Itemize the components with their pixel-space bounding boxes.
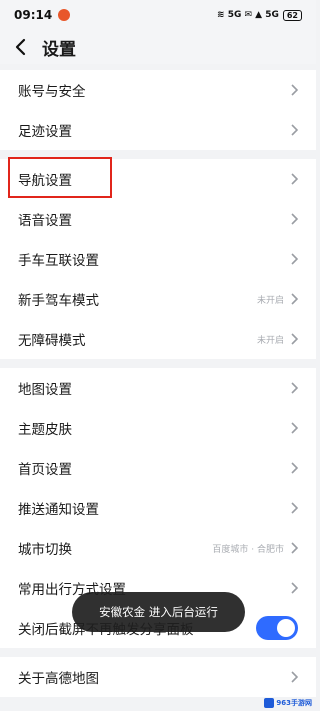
settings-item-label: 首页设置 — [18, 462, 72, 478]
settings-item-footprint[interactable]: 足迹设置 — [0, 110, 316, 150]
settings-item-homepage[interactable]: 首页设置 — [0, 448, 316, 488]
settings-item-value: 百度城市 · 合肥市 — [212, 544, 284, 555]
settings-item-accessibility[interactable]: 无障碍模式 未开启 — [0, 319, 316, 359]
settings-item-label: 推送通知设置 — [18, 502, 99, 518]
settings-item-value: 未开启 — [256, 295, 284, 306]
settings-item-theme[interactable]: 主题皮肤 — [0, 408, 316, 448]
chevron-right-icon — [290, 582, 298, 594]
toggle-knob — [277, 619, 295, 637]
chevron-right-icon — [290, 462, 298, 474]
settings-group-navigation: 导航设置 语音设置 手车互联设置 新手驾车模式 未开启 无障碍模式 未开启 — [0, 159, 316, 359]
settings-item-push-notifications[interactable]: 推送通知设置 — [0, 488, 316, 528]
settings-item-label: 新手驾车模式 — [18, 293, 99, 309]
settings-item-novice-mode[interactable]: 新手驾车模式 未开启 — [0, 279, 316, 319]
status-time: 09:14 — [14, 8, 53, 22]
page-title: 设置 — [42, 39, 76, 60]
chevron-right-icon — [290, 671, 298, 683]
settings-item-car-connect[interactable]: 手车互联设置 — [0, 239, 316, 279]
chevron-right-icon — [290, 124, 298, 136]
settings-item-voice[interactable]: 语音设置 — [0, 199, 316, 239]
settings-group-about: 关于高德地图 — [0, 657, 316, 697]
watermark-logo-icon — [264, 698, 275, 708]
site-watermark: 963手游网 — [264, 698, 312, 708]
battery-icon: 62 — [282, 9, 302, 21]
screenshot-share-toggle[interactable] — [256, 616, 298, 640]
toast-text: 安徽农金 进入后台运行 — [99, 605, 218, 619]
settings-item-label: 足迹设置 — [18, 124, 72, 140]
settings-group-account: 账号与安全 足迹设置 — [0, 70, 316, 150]
settings-item-map[interactable]: 地图设置 — [0, 368, 316, 408]
chevron-right-icon — [290, 422, 298, 434]
chevron-right-icon — [290, 293, 298, 305]
settings-item-label: 主题皮肤 — [18, 422, 72, 438]
chevron-right-icon — [290, 213, 298, 225]
settings-item-label: 导航设置 — [18, 173, 72, 189]
settings-item-label: 手车互联设置 — [18, 253, 99, 269]
toast-message: 安徽农金 进入后台运行 — [72, 592, 245, 632]
settings-item-label: 账号与安全 — [18, 84, 86, 100]
settings-item-label: 城市切换 — [18, 542, 72, 558]
signal-icons: ≋ 5G ✉ ▲ 5G — [217, 10, 279, 20]
watermark-text: 963手游网 — [276, 699, 312, 707]
settings-item-city-switch[interactable]: 城市切换 百度城市 · 合肥市 — [0, 528, 316, 568]
chevron-right-icon — [290, 542, 298, 554]
settings-item-label: 语音设置 — [18, 213, 72, 229]
chevron-right-icon — [290, 253, 298, 265]
status-bar: 09:14 ≋ 5G ✉ ▲ 5G 62 — [0, 0, 316, 30]
settings-item-value: 未开启 — [256, 335, 284, 346]
settings-item-label: 无障碍模式 — [18, 333, 86, 349]
chevron-right-icon — [290, 382, 298, 394]
app-notification-icon — [58, 9, 71, 21]
settings-item-navigation[interactable]: 导航设置 — [0, 159, 316, 199]
settings-item-about[interactable]: 关于高德地图 — [0, 657, 316, 697]
nav-header: 设置 — [0, 30, 316, 64]
chevron-right-icon — [290, 173, 298, 185]
back-arrow-icon[interactable] — [14, 38, 32, 56]
settings-item-account-security[interactable]: 账号与安全 — [0, 70, 316, 110]
settings-item-label: 地图设置 — [18, 382, 72, 398]
chevron-right-icon — [290, 502, 298, 514]
chevron-right-icon — [290, 84, 298, 96]
settings-item-label: 关于高德地图 — [18, 671, 99, 687]
chevron-right-icon — [290, 333, 298, 345]
